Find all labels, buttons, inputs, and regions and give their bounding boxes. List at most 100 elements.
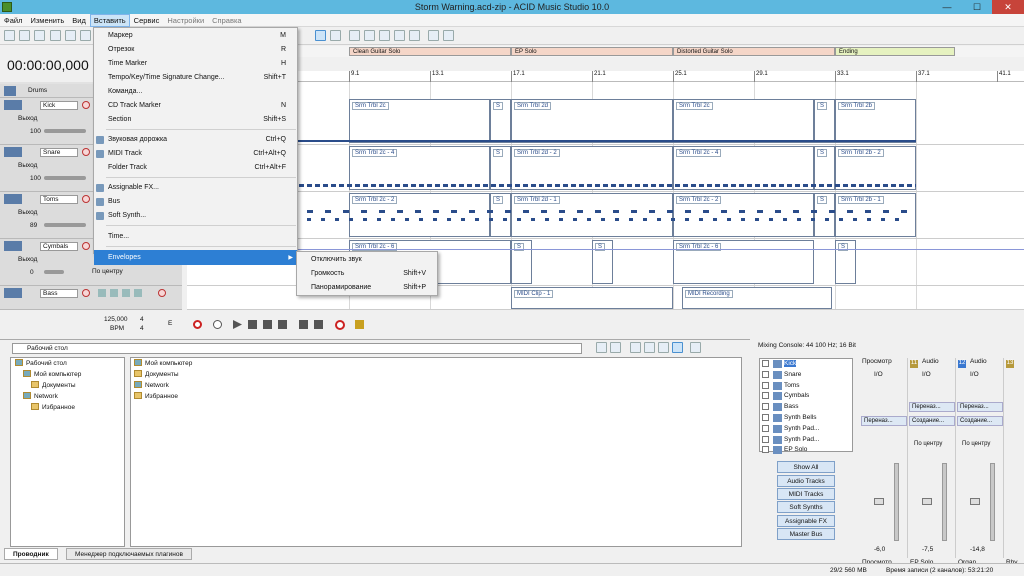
region-distorted-guitar-solo[interactable]: Distorted Guitar Solo <box>673 47 835 56</box>
menu-item-region[interactable]: Отрезок R <box>94 43 297 57</box>
clip[interactable]: MIDI Recording <box>682 287 832 309</box>
mixer-track-item[interactable]: Snare <box>760 370 852 381</box>
track-name[interactable]: Kick <box>40 101 78 110</box>
clip[interactable]: Srm Trbl 2c <box>673 99 814 143</box>
mixer-track-item[interactable]: Bass <box>760 402 852 413</box>
strip-pan[interactable]: По центру <box>962 441 990 447</box>
scrub-tool-icon[interactable] <box>409 30 420 41</box>
folder-up-icon[interactable] <box>630 342 641 353</box>
menu-help[interactable]: Справка <box>208 14 245 27</box>
mixer-track-item[interactable]: Synth Bells <box>760 413 852 424</box>
paint-tool-icon[interactable] <box>349 30 360 41</box>
snap-icon[interactable] <box>443 30 454 41</box>
clip[interactable]: Srm Trbl 2b <box>835 99 916 143</box>
menu-item-marker[interactable]: Маркер M <box>94 29 297 43</box>
midi-icon[interactable] <box>110 289 118 297</box>
go-to-start-button[interactable] <box>299 320 308 329</box>
clip[interactable]: S <box>490 99 511 143</box>
menu-item-folder-track[interactable]: Folder Track Ctrl+Alt+F <box>94 161 297 175</box>
track-bass[interactable]: Bass <box>0 286 182 310</box>
file-item[interactable]: Документы <box>131 369 741 380</box>
open-icon[interactable] <box>19 30 30 41</box>
record-arm-icon[interactable] <box>82 148 90 156</box>
close-button[interactable]: ✕ <box>992 0 1024 14</box>
file-item[interactable]: Мой компьютер <box>131 358 741 369</box>
menu-item-envelopes[interactable]: Envelopes ▶ <box>94 251 297 265</box>
region-ending[interactable]: Ending <box>835 47 955 56</box>
play-from-start-button[interactable] <box>248 320 257 329</box>
clip[interactable]: S <box>592 240 613 284</box>
menu-item-command[interactable]: Команда... <box>94 85 297 99</box>
mixer-track-item[interactable]: Synth Pad... <box>760 424 852 435</box>
volume-slider[interactable] <box>44 223 86 227</box>
clip[interactable]: Srm Trbl 2d - 1 <box>511 193 673 237</box>
record-arm-icon[interactable] <box>82 289 90 297</box>
menu-view[interactable]: Вид <box>68 14 90 27</box>
clip[interactable]: Srm Trbl 2c - 6 <box>673 240 814 284</box>
strip-io[interactable]: I/O <box>874 371 883 378</box>
record-button[interactable] <box>193 320 202 329</box>
menu-item-midi-track[interactable]: MIDI Track Ctrl+Alt+Q <box>94 147 297 161</box>
soft-synths-button[interactable]: Soft Synths <box>777 501 835 513</box>
tree-item[interactable]: Избранное <box>11 402 124 413</box>
record-arm-icon[interactable] <box>82 101 90 109</box>
tree-item[interactable]: Рабочий стол <box>11 358 124 369</box>
file-item[interactable]: Network <box>131 380 741 391</box>
track-name[interactable]: Bass <box>40 289 78 298</box>
mixer-track-item[interactable]: Kick <box>760 359 852 370</box>
views-icon[interactable] <box>690 342 701 353</box>
explorer-path[interactable]: Рабочий стол <box>12 343 582 354</box>
minimize-button[interactable]: — <box>932 0 962 14</box>
clip[interactable]: Srm Trbl 2d <box>511 99 673 143</box>
volume-fader[interactable] <box>970 498 980 505</box>
audio-tracks-button[interactable]: Audio Tracks <box>777 475 835 487</box>
clip[interactable]: MIDI Clip - 1 <box>511 287 673 309</box>
tab-plugin-manager[interactable]: Менеджер подключаемых плагинов <box>66 548 192 560</box>
menu-item-bus[interactable]: Bus <box>94 195 297 209</box>
time-signature-bottom[interactable]: 4 <box>140 325 144 332</box>
menu-item-time[interactable]: Time... <box>94 230 297 244</box>
settings-icon[interactable] <box>134 289 142 297</box>
clip[interactable]: S <box>814 99 835 143</box>
region-ep-solo[interactable]: EP Solo <box>511 47 673 56</box>
envelope-tool-icon[interactable] <box>364 30 375 41</box>
mute-icon[interactable] <box>158 289 166 297</box>
strip-io[interactable]: I/O <box>922 371 931 378</box>
record-arm-icon[interactable] <box>82 242 90 250</box>
select-tool-icon[interactable] <box>330 30 341 41</box>
menu-insert[interactable]: Вставить <box>89 14 130 27</box>
midi-tracks-button[interactable]: MIDI Tracks <box>777 488 835 500</box>
menu-item-soft-synth[interactable]: Soft Synth... <box>94 209 297 223</box>
volume-fader[interactable] <box>874 498 884 505</box>
search-icon[interactable] <box>80 30 91 41</box>
menu-item-audio-track[interactable]: Звуковая дорожка Ctrl+Q <box>94 133 297 147</box>
menu-edit[interactable]: Изменить <box>26 14 68 27</box>
mixer-track-item[interactable]: Toms <box>760 381 852 392</box>
strip-insert[interactable]: Создание... <box>957 416 1003 426</box>
strip-insert[interactable]: Переназ... <box>861 416 907 426</box>
tree-item[interactable]: Документы <box>11 380 124 391</box>
clip[interactable]: Srm Trbl 2c <box>349 99 490 143</box>
menu-item-time-marker[interactable]: Time Marker H <box>94 57 297 71</box>
zoom-tool-icon[interactable] <box>394 30 405 41</box>
menu-item-tempo-change[interactable]: Tempo/Key/Time Signature Change... Shift+… <box>94 71 297 85</box>
tab-explorer[interactable]: Проводник <box>4 548 58 560</box>
strip-insert[interactable]: Переназ... <box>957 402 1003 412</box>
tempo-value[interactable]: 125,000 <box>104 316 128 323</box>
menu-options[interactable]: Настройки <box>163 14 208 27</box>
menu-item-volume[interactable]: Громкость Shift+V <box>297 267 437 281</box>
menu-item-cd-track-marker[interactable]: CD Track Marker N <box>94 99 297 113</box>
file-item[interactable]: Избранное <box>131 391 741 402</box>
master-bus-button[interactable]: Master Bus <box>777 528 835 540</box>
clip[interactable]: S <box>835 240 856 284</box>
volume-slider[interactable] <box>44 176 86 180</box>
menu-item-pan[interactable]: Панорамирование Shift+P <box>297 281 437 295</box>
menu-item-section[interactable]: Section Shift+S <box>94 113 297 127</box>
strip-insert[interactable]: Создание... <box>909 416 955 426</box>
timeline-ruler[interactable]: 9.1 13.1 17.1 21.1 25.1 29.1 33.1 37.1 4… <box>187 71 1024 82</box>
erase-tool-icon[interactable] <box>379 30 390 41</box>
maximize-button[interactable]: ☐ <box>962 0 992 14</box>
stop-preview-icon[interactable] <box>658 342 669 353</box>
menu-item-assignable-fx[interactable]: Assignable FX... <box>94 181 297 195</box>
clip[interactable]: Srm Trbl 2c - 2 <box>673 193 814 237</box>
